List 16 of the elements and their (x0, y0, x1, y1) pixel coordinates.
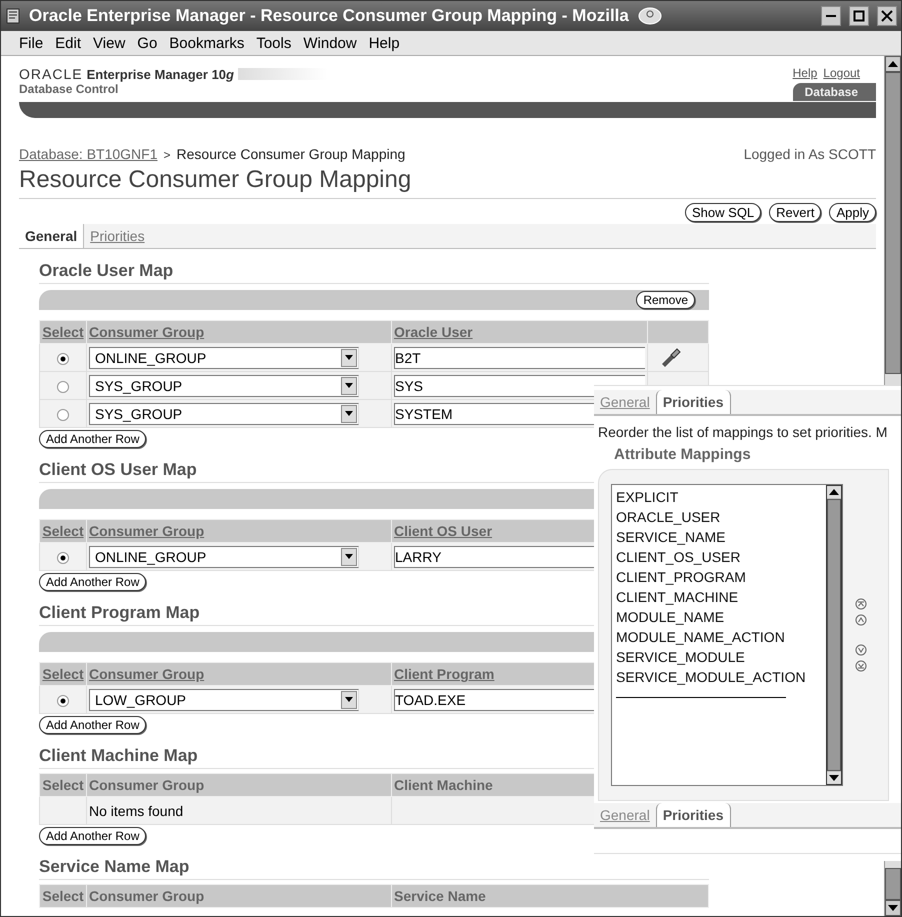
column-header: Consumer Group (86, 884, 392, 908)
breadcrumb-separator: > (164, 148, 171, 162)
page-title: Resource Consumer Group Mapping (19, 166, 876, 199)
instruction-text: Reorder the list of mappings to set priorities. M (597, 423, 888, 442)
product-subtitle: Database Control (19, 82, 120, 96)
window-title: Oracle Enterprise Manager - Resource Consumer Group Mapping - Mozilla (29, 6, 629, 26)
column-header: Select (40, 774, 86, 796)
column-header: Service Name (392, 884, 708, 908)
column-header: Select (40, 884, 86, 908)
empty-message: No items found (86, 796, 392, 824)
login-status: Logged in As SCOTT (744, 146, 876, 162)
section-heading: Oracle User Map (39, 261, 709, 284)
brand-logo: ORACLE (19, 66, 83, 82)
column-header: Consumer Group (86, 774, 392, 796)
breadcrumb-current: Resource Consumer Group Mapping (176, 146, 406, 162)
product-name: Enterprise Manager 10g (86, 66, 234, 82)
